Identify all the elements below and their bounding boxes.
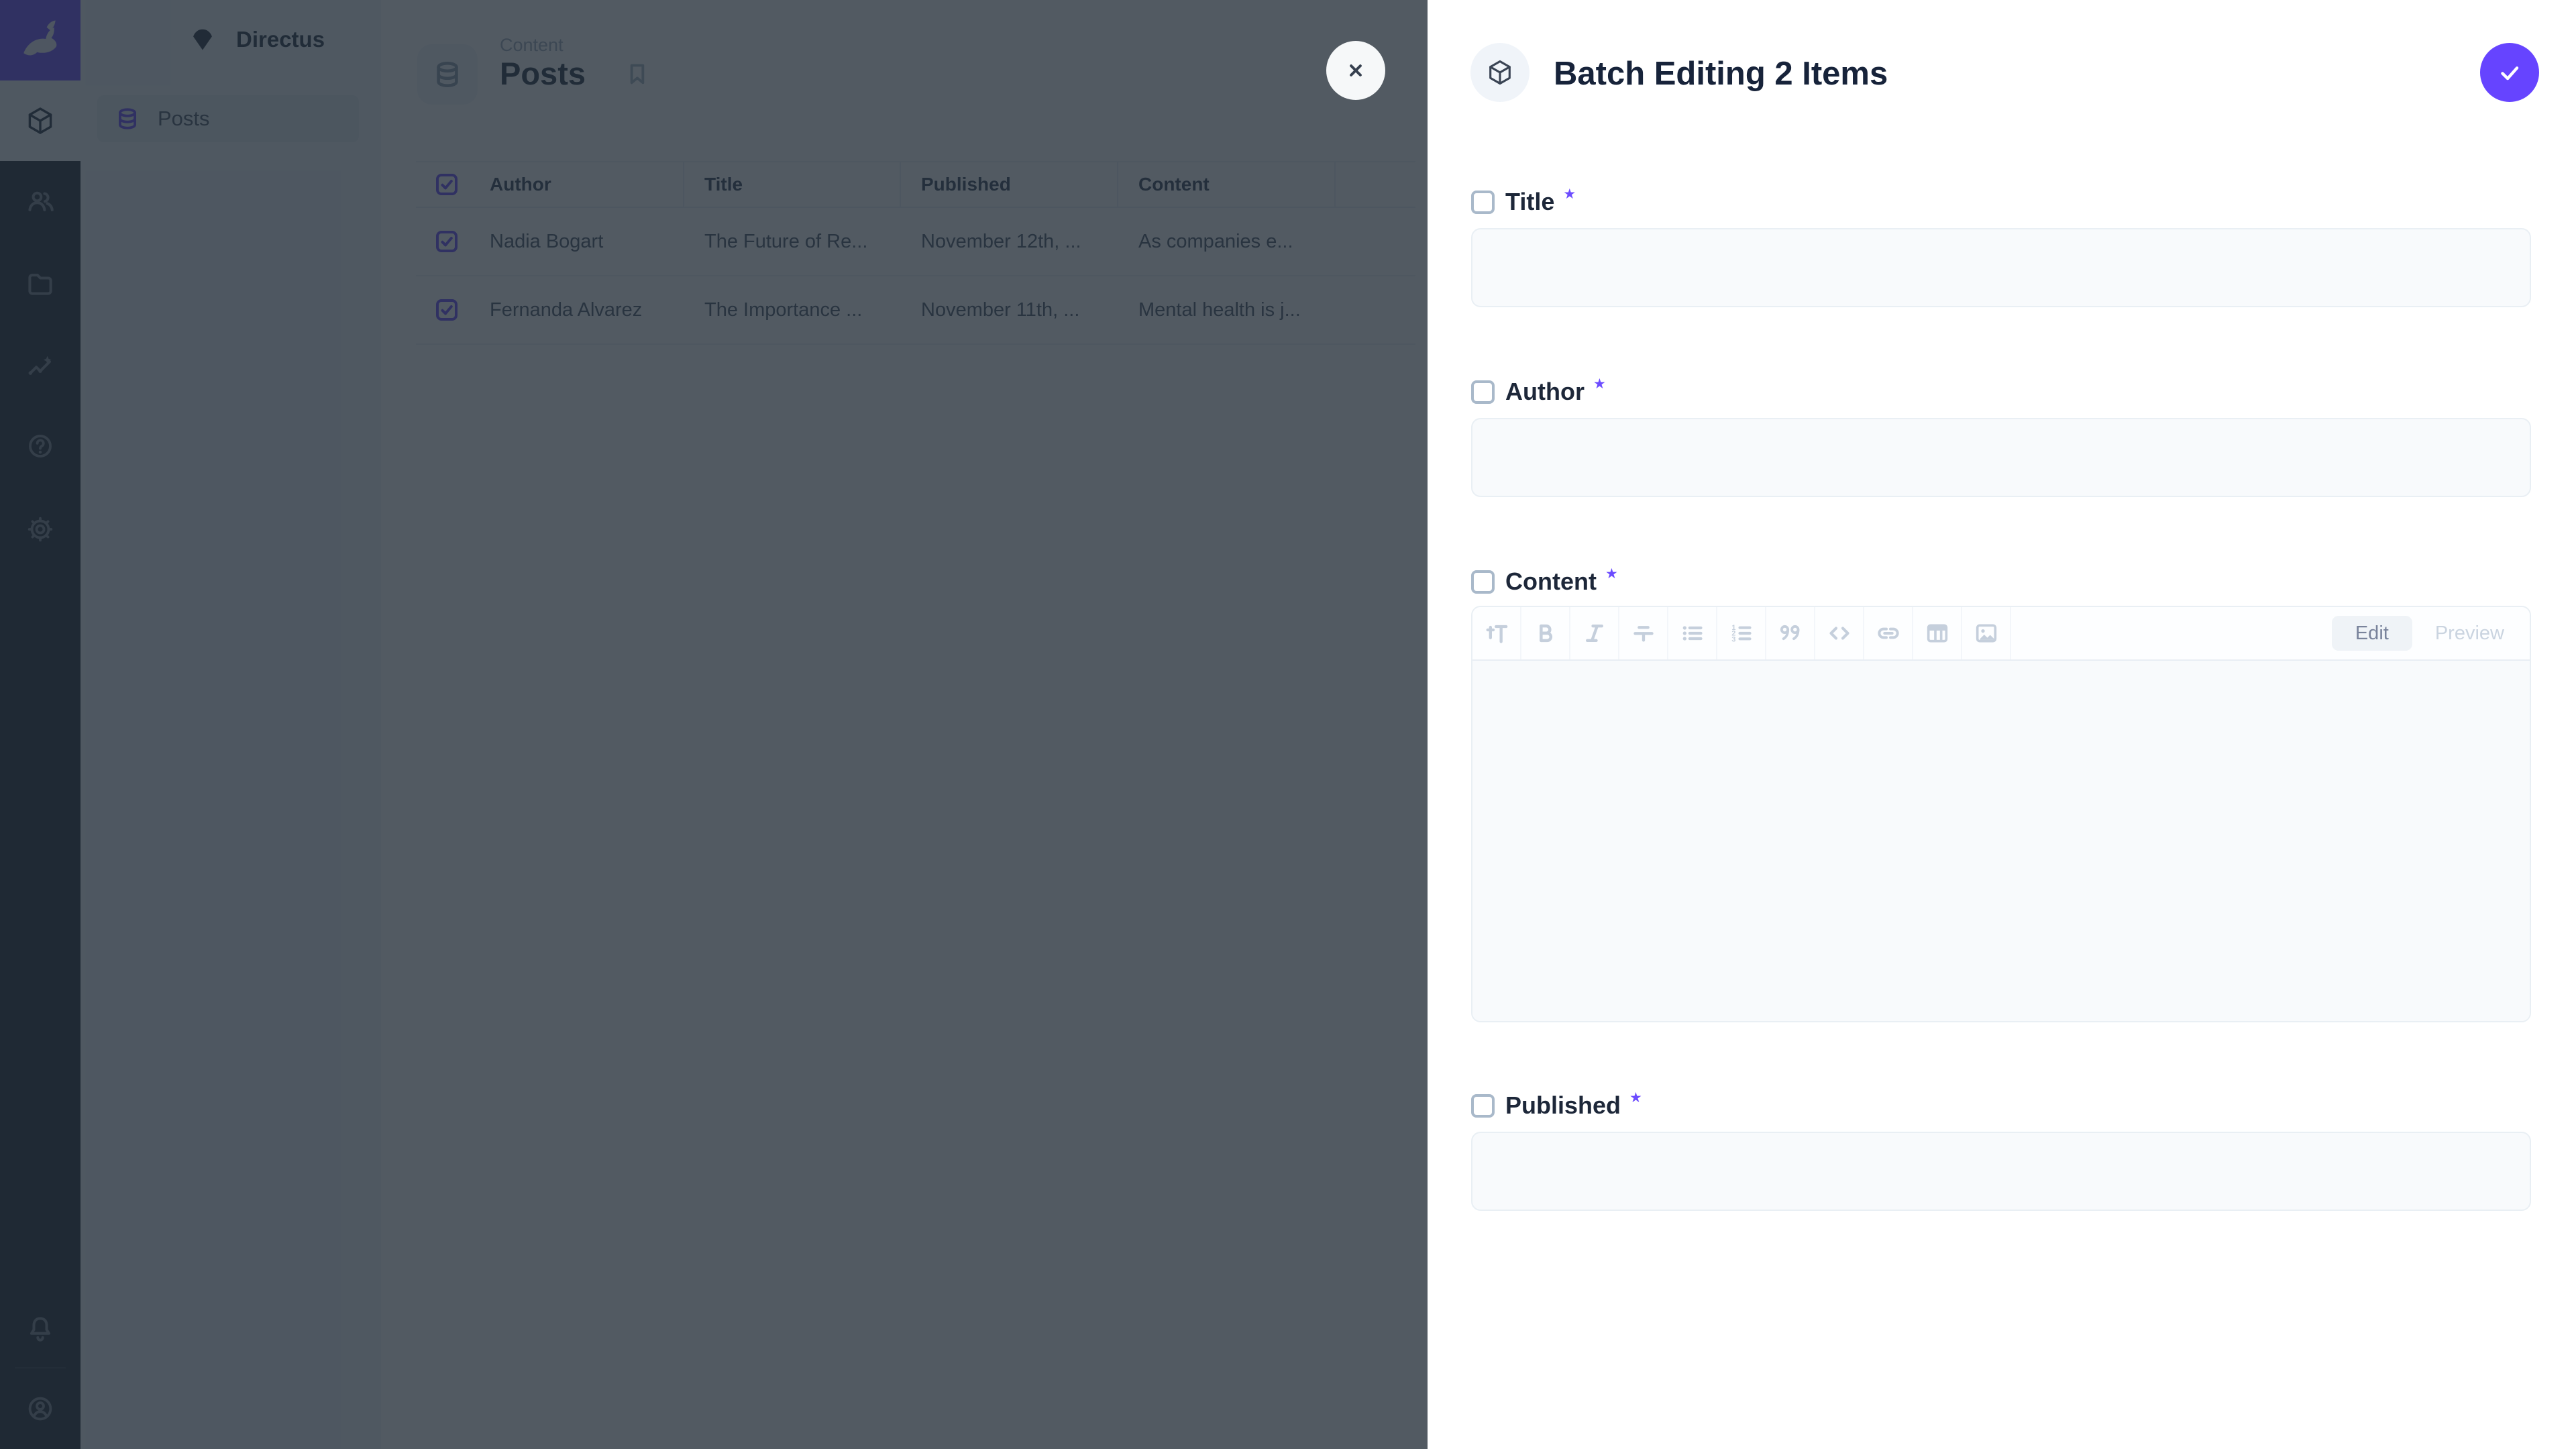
required-marker: ★: [1563, 186, 1576, 203]
batch-toggle-checkbox[interactable]: [1471, 380, 1495, 404]
tab-preview[interactable]: Preview: [2435, 623, 2504, 645]
batch-toggle-checkbox[interactable]: [1471, 1094, 1495, 1118]
bulleted-list-icon[interactable]: [1668, 607, 1717, 659]
published-input[interactable]: [1471, 1132, 2531, 1211]
bold-icon[interactable]: [1521, 607, 1570, 659]
content-editor: Edit Preview: [1471, 606, 2531, 1022]
field-label-text: Title: [1505, 188, 1554, 216]
required-marker: ★: [1629, 1089, 1642, 1106]
batch-toggle-checkbox[interactable]: [1471, 191, 1495, 214]
author-input[interactable]: [1471, 418, 2531, 497]
image-icon[interactable]: [1962, 607, 2011, 659]
drawer-close-button[interactable]: [1326, 41, 1385, 100]
field-label-text: Published: [1505, 1091, 1621, 1120]
toolbar-spacer: [2011, 607, 2332, 659]
batch-edit-drawer: Batch Editing 2 Items Title ★ Author ★ C…: [1428, 0, 2576, 1449]
editor-toolbar: Edit Preview: [1472, 607, 2530, 661]
italic-icon[interactable]: [1570, 607, 1619, 659]
heading-icon[interactable]: [1472, 607, 1521, 659]
box-icon: [1485, 58, 1515, 87]
numbered-list-icon[interactable]: [1717, 607, 1766, 659]
strikethrough-icon[interactable]: [1619, 607, 1668, 659]
title-input[interactable]: [1471, 228, 2531, 307]
blockquote-icon[interactable]: [1766, 607, 1815, 659]
field-label-title: Title ★: [1471, 190, 1576, 214]
required-marker: ★: [1605, 566, 1618, 582]
code-icon[interactable]: [1815, 607, 1864, 659]
drawer-header-icon: [1470, 43, 1529, 102]
field-label-content: Content ★: [1471, 570, 1618, 594]
table-icon[interactable]: [1913, 607, 1962, 659]
field-label-text: Content: [1505, 568, 1597, 596]
check-icon: [2494, 57, 2525, 88]
field-label-author: Author ★: [1471, 380, 1606, 404]
tab-edit[interactable]: Edit: [2332, 616, 2412, 651]
batch-toggle-checkbox[interactable]: [1471, 570, 1495, 594]
drawer-title: Batch Editing 2 Items: [1554, 55, 1888, 93]
link-icon[interactable]: [1864, 607, 1913, 659]
field-label-published: Published ★: [1471, 1093, 1642, 1118]
required-marker: ★: [1593, 376, 1606, 392]
content-textarea[interactable]: [1472, 661, 2530, 1021]
close-icon: [1341, 56, 1371, 85]
save-button[interactable]: [2480, 43, 2539, 102]
field-label-text: Author: [1505, 378, 1585, 406]
